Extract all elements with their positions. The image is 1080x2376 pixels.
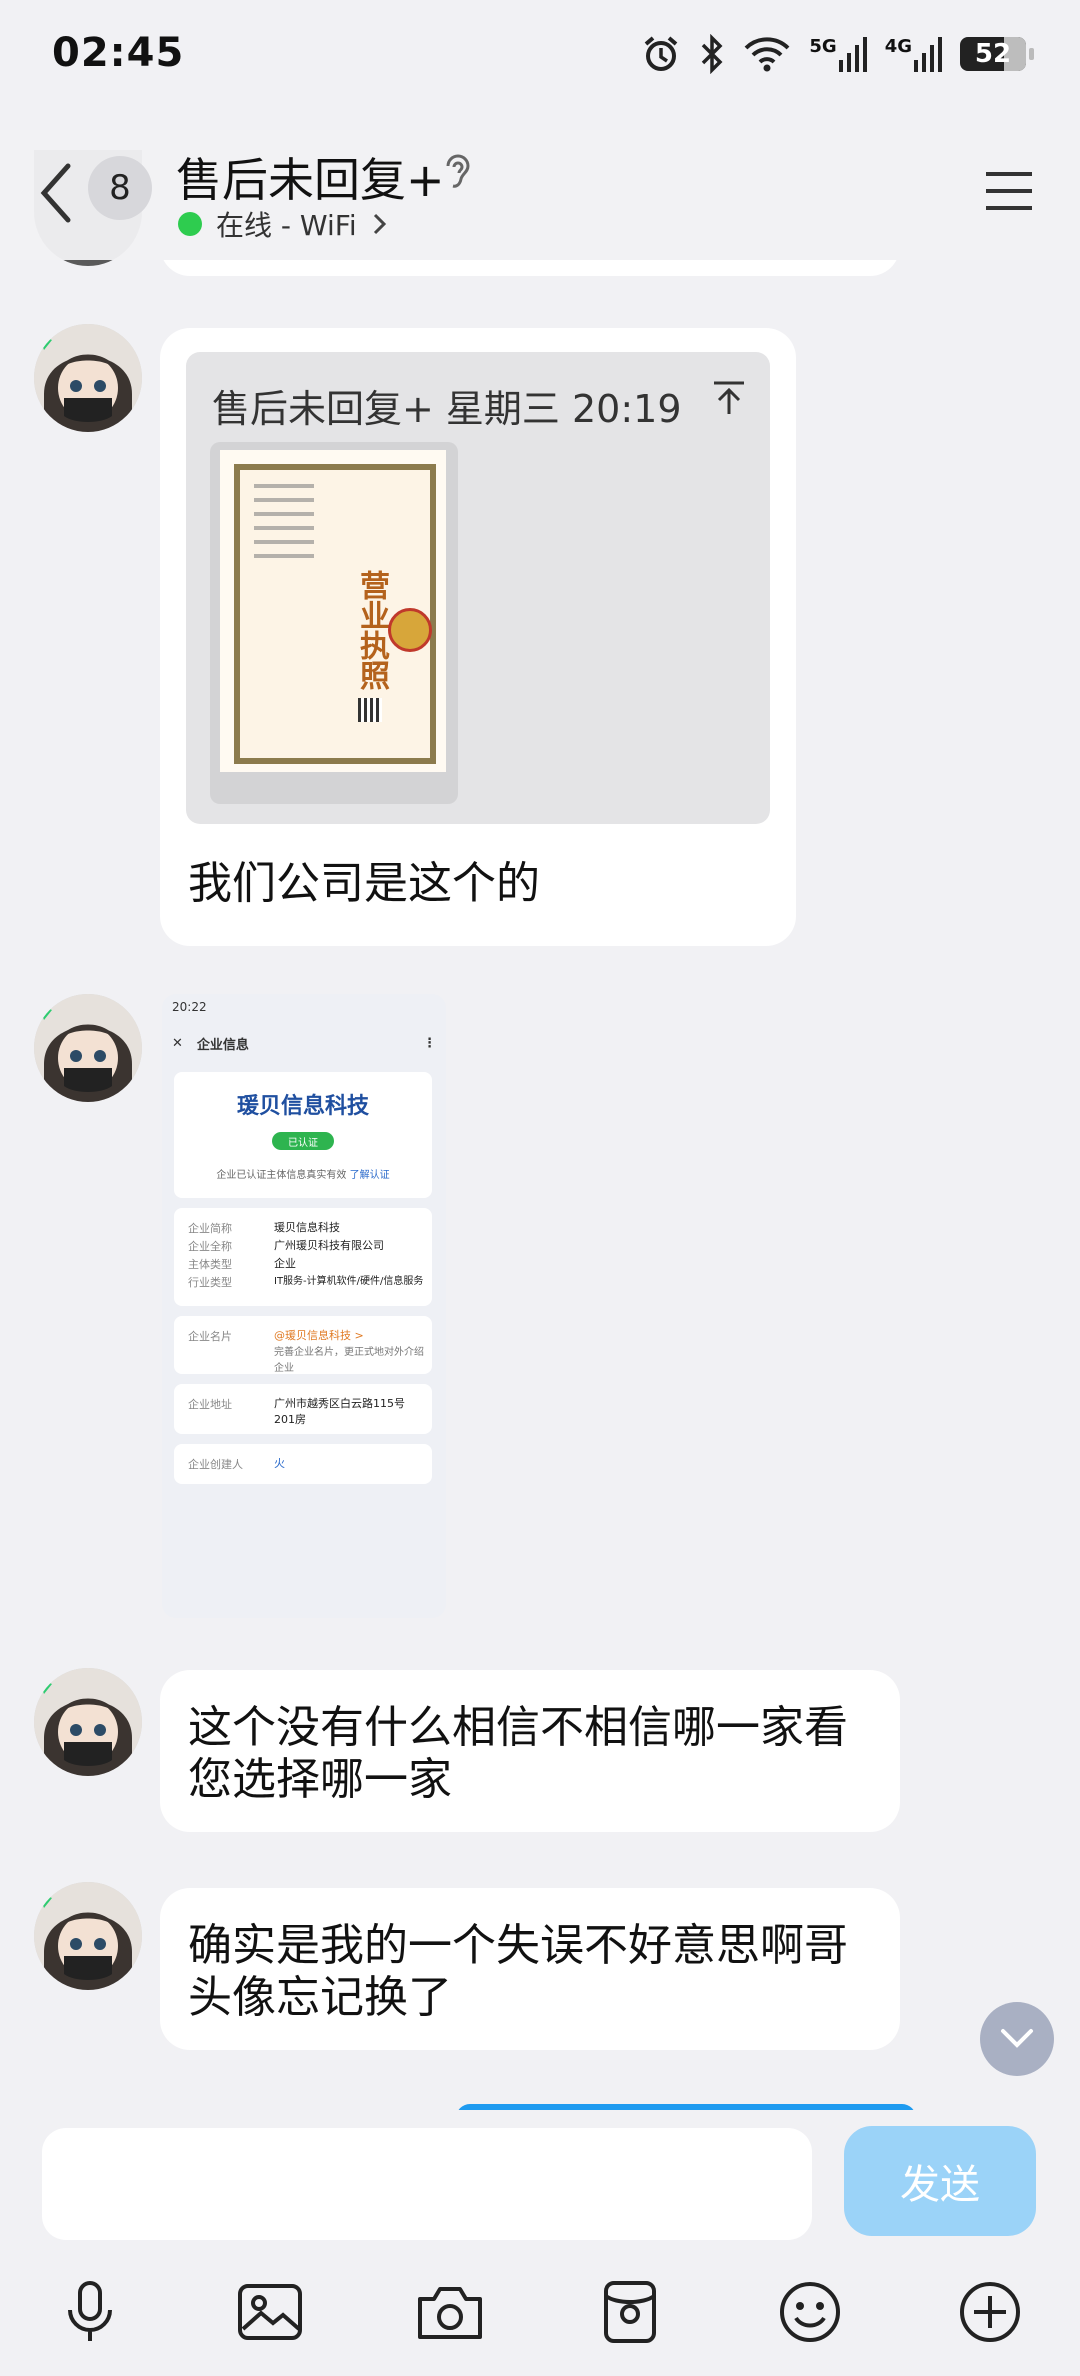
message-text: 确实是我的一个失误不好意思啊哥 头像忘记换了: [188, 1920, 848, 2023]
message-bubble[interactable]: 售后未回复+ 星期三 20:19 营业执照 我们公司是这个的: [160, 328, 796, 946]
back-button[interactable]: [36, 158, 76, 228]
national-emblem-icon: [388, 608, 432, 652]
unread-count-badge[interactable]: 8: [88, 156, 152, 220]
image-icon[interactable]: [234, 2276, 306, 2348]
emoji-icon[interactable]: [774, 2276, 846, 2348]
bluetooth-icon: [699, 34, 725, 74]
info-row: 企业简称 瑗贝信息科技: [188, 1221, 340, 1235]
menu-button[interactable]: [984, 170, 1034, 216]
alarm-icon: [641, 34, 681, 74]
message-text: 这个没有什么相信不相信哪一家看 您选择哪一家: [188, 1702, 848, 1805]
more-icon: ⋮: [423, 1035, 436, 1051]
signal-4g-icon: 4G: [885, 36, 942, 72]
message-input[interactable]: [42, 2128, 812, 2240]
license-title: 营业执照: [354, 570, 389, 690]
qr-code-icon: [358, 698, 382, 722]
presence-status[interactable]: 在线 - WiFi: [178, 204, 391, 244]
status-bar: 02:45 5G 4G 52: [0, 0, 1080, 120]
battery-level: 52: [974, 39, 1012, 69]
online-dot-icon: [178, 212, 202, 236]
company-name: 瑗贝信息科技: [236, 1094, 369, 1119]
input-area: 发送: [0, 2110, 1080, 2240]
message-text: 我们公司是这个的: [188, 858, 540, 909]
status-icons: 5G 4G 52: [641, 34, 1034, 74]
chevron-left-icon: [40, 163, 71, 223]
message-bubble[interactable]: 确实是我的一个失误不好意思啊哥 头像忘记换了: [160, 1888, 900, 2050]
red-packet-icon[interactable]: [594, 2276, 666, 2348]
avatar-anime-icon: [34, 994, 142, 1102]
presence-text: 在线 - WiFi: [216, 209, 357, 242]
info-row: 主体类型 企业: [188, 1257, 296, 1271]
quote-meta: 售后未回复+ 星期三 20:19: [212, 387, 682, 431]
message-bubble[interactable]: 这个没有什么相信不相信哪一家看 您选择哪一家: [160, 1670, 900, 1832]
avatar[interactable]: [34, 324, 142, 432]
avatar[interactable]: [34, 994, 142, 1102]
close-icon: ✕: [172, 1035, 183, 1051]
company-info-screenshot[interactable]: 20:22 ✕ 企业信息 ⋮ 瑗贝信息科技 已认证 企业已认证主体信息真实有效 …: [162, 994, 446, 1618]
microphone-icon[interactable]: [54, 2276, 126, 2348]
avatar[interactable]: [34, 1882, 142, 1990]
chat-header: 8 售后未回复+ 在线 - WiFi: [0, 130, 1080, 260]
input-toolbar: [0, 2240, 1080, 2376]
plus-icon[interactable]: [954, 2276, 1026, 2348]
chevron-right-icon: [373, 213, 386, 235]
verified-badge: 已认证: [272, 1132, 334, 1150]
ear-icon[interactable]: [440, 150, 474, 198]
wifi-icon: [743, 35, 791, 73]
avatar[interactable]: [34, 1668, 142, 1776]
signal-5g-icon: 5G: [809, 36, 867, 72]
status-time: 02:45: [52, 30, 185, 76]
info-row: 企业全称 广州瑗贝科技有限公司: [188, 1239, 384, 1253]
business-license-image[interactable]: 营业执照: [210, 442, 458, 804]
quoted-message[interactable]: 售后未回复+ 星期三 20:19 营业执照: [186, 352, 770, 824]
camera-icon[interactable]: [414, 2276, 486, 2348]
avatar-anime-icon: [34, 324, 142, 432]
battery-icon: 52: [960, 37, 1034, 71]
avatar-anime-icon: [34, 1882, 142, 1990]
screenshot-bar-title: 企业信息: [196, 1037, 249, 1053]
chevron-down-icon: [1001, 2029, 1033, 2048]
info-row: 行业类型 IT服务-计算机软件/硬件/信息服务: [188, 1276, 424, 1289]
jump-to-top-icon[interactable]: [712, 380, 746, 420]
send-button[interactable]: 发送: [844, 2126, 1036, 2236]
chat-title: 售后未回复+: [176, 153, 445, 207]
screenshot-status-time: 20:22: [172, 1000, 207, 1014]
scroll-to-bottom-button[interactable]: [980, 2002, 1054, 2076]
avatar-anime-icon: [34, 1668, 142, 1776]
hamburger-menu-icon: [986, 172, 1032, 210]
